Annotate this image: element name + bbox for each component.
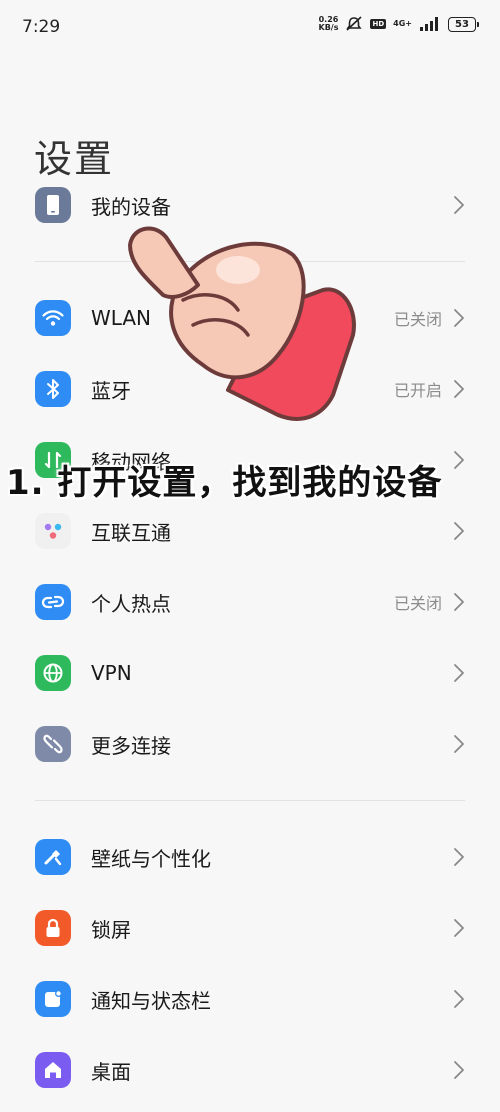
chevron-right-icon [454, 664, 464, 682]
settings-row-label: 个人热点 [91, 591, 171, 616]
chevron-right-icon [454, 848, 464, 866]
chevron-right-icon [454, 196, 464, 214]
group-divider [35, 800, 465, 801]
settings-row-label: 锁屏 [91, 917, 131, 942]
chevron-right-icon [454, 522, 464, 540]
hd-badge: HD [370, 19, 387, 29]
settings-row-value: 已关闭 [393, 310, 442, 329]
phone-device-icon [35, 187, 71, 223]
settings-row-vpn[interactable]: VPN [0, 638, 500, 708]
settings-row-more-connections[interactable]: 更多连接 [0, 709, 500, 779]
settings-row-notifications[interactable]: 通知与状态栏 [0, 964, 500, 1034]
home-icon [35, 1052, 71, 1088]
chevron-right-icon [454, 451, 464, 469]
silent-mode-icon [346, 16, 363, 31]
globe-icon [35, 655, 71, 691]
status-bar: 7:29 0.26 KB/s HD 4G+ 53 [0, 0, 500, 56]
interconnect-icon [35, 513, 71, 549]
chevron-right-icon [454, 990, 464, 1008]
chevron-right-icon [454, 309, 464, 327]
settings-row-label: 壁纸与个性化 [91, 846, 211, 871]
bluetooth-icon [35, 371, 71, 407]
wifi-icon [35, 300, 71, 336]
hotspot-icon [35, 584, 71, 620]
status-icons: 0.26 KB/s HD 4G+ 53 [318, 15, 479, 32]
lock-icon [35, 910, 71, 946]
notification-icon [35, 981, 71, 1017]
settings-row-label: VPN [91, 661, 132, 685]
link-icon [35, 726, 71, 762]
chevron-right-icon [454, 593, 464, 611]
settings-row-desktop[interactable]: 桌面 [0, 1035, 500, 1105]
settings-row-hotspot[interactable]: 个人热点 已关闭 [0, 567, 500, 637]
settings-row-label: 更多连接 [91, 733, 171, 758]
settings-row-label: 通知与状态栏 [91, 988, 211, 1013]
chevron-right-icon [454, 1061, 464, 1079]
network-speed: 0.26 KB/s [318, 15, 339, 32]
settings-row-label: 互联互通 [91, 520, 171, 545]
settings-row-wallpaper[interactable]: 壁纸与个性化 [0, 822, 500, 892]
settings-row-interconnect[interactable]: 互联互通 [0, 496, 500, 566]
chevron-right-icon [454, 380, 464, 398]
battery-indicator: 53 [448, 16, 479, 32]
brush-icon [35, 839, 71, 875]
status-time: 7:29 [22, 17, 61, 37]
settings-row-value: 已关闭 [393, 594, 442, 613]
settings-row-lock-screen[interactable]: 锁屏 [0, 893, 500, 963]
settings-row-label: 桌面 [91, 1059, 131, 1084]
tutorial-caption: 1. 打开设置，找到我的设备 [6, 463, 443, 503]
thumbs-up-sticker [128, 226, 356, 421]
chevron-right-icon [454, 735, 464, 753]
settings-row-value: 已开启 [393, 381, 442, 400]
network-type: 4G+ [393, 19, 412, 28]
chevron-right-icon [454, 919, 464, 937]
signal-icon [420, 17, 438, 31]
